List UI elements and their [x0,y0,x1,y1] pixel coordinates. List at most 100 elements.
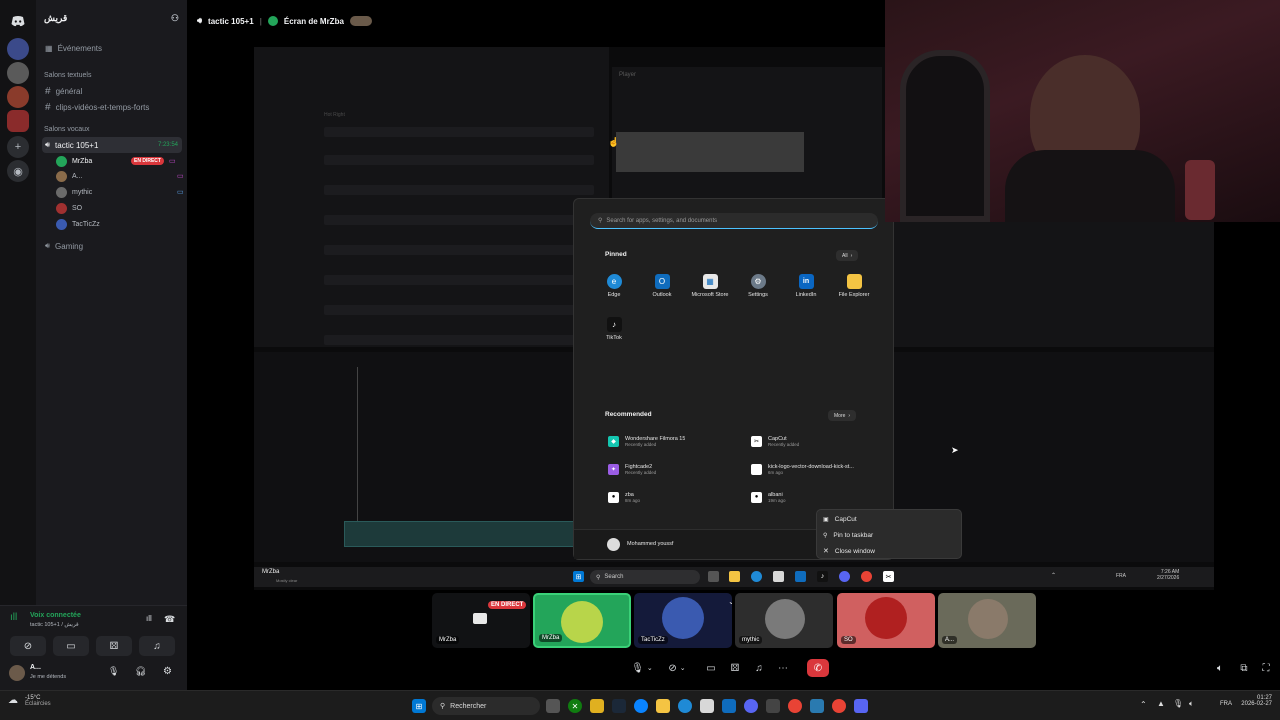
avatar[interactable] [9,665,25,681]
server-icon[interactable] [7,38,29,60]
participant-tile[interactable]: EN DIRECT MrZba [432,593,530,648]
folder-icon[interactable] [656,699,670,713]
pinned-app-edge[interactable]: e Edge [591,274,637,298]
task-view-icon[interactable] [546,699,560,713]
recommended-item[interactable]: ✂ CapCut Recently added [751,432,891,450]
game-icon[interactable] [854,699,868,713]
chrome-icon[interactable] [861,571,872,582]
activities-button[interactable]: ⚄ [96,636,132,656]
mic-icon[interactable]: 🎙︎ [108,666,119,677]
participant-tile[interactable]: SO [837,593,935,648]
capcut-icon[interactable]: ✂ [883,571,894,582]
ctx-close-window[interactable]: ✕ Close window [823,544,875,558]
voice-member[interactable]: SO [56,201,82,215]
pinned-app-tiktok[interactable]: ♪ TikTok [591,317,637,341]
participant-tile-speaking[interactable]: MrZba [533,593,631,648]
task-view-icon[interactable] [708,571,719,582]
user-avatar[interactable] [607,538,620,551]
server-icon[interactable] [7,86,29,108]
volume-icon[interactable]: 🔈︎ [1189,699,1194,709]
taskbar-search[interactable]: ⚲ Search [590,570,700,584]
tiktok-icon[interactable]: ♪ [817,571,828,582]
voice-channel-gaming[interactable]: 🔊︎ Gaming [42,238,182,254]
active-server-icon[interactable] [7,110,29,132]
discord-icon[interactable] [744,699,758,713]
windows-start-icon[interactable]: ⊞ [412,699,426,713]
share-screen-button[interactable]: ▭ [703,659,719,677]
lang-indicator[interactable]: FRA [1116,573,1126,579]
add-server-icon[interactable]: + [7,136,29,158]
server-header[interactable]: قريش ⚇ [36,8,187,28]
discord-icon[interactable] [839,571,850,582]
add-member-icon[interactable]: ⚇ [171,13,179,24]
folder-icon[interactable] [729,571,740,582]
recommended-item[interactable]: ● zba 8m ago [608,488,748,506]
recommended-item[interactable]: kick-logo-vector-download-kick-st... 6m a… [751,460,876,478]
edge-icon[interactable] [678,699,692,713]
participant-tile[interactable]: A... [938,593,1036,648]
tray-chevron-icon[interactable]: ⌃ [1051,572,1056,579]
channel-general[interactable]: # général [42,83,182,99]
app-icon[interactable] [810,699,824,713]
activities-button[interactable]: ⚄ [727,659,743,677]
tray-chevron-icon[interactable]: ⌃ [1140,700,1147,709]
pinned-app-store[interactable]: ▦ Microsoft Store [687,274,733,298]
os-clock[interactable]: 01:27 2026-02-27 [1238,695,1272,707]
app-icon[interactable] [766,699,780,713]
recommended-item[interactable]: ◆ Wondershare Filmora 15 Recently added [608,432,748,450]
soundboard-button[interactable]: ♫ [139,636,175,656]
taskbar-context-menu[interactable]: ▣ CapCut ⚲ Pin to taskbar ✕ Close window [816,509,962,559]
voice-member[interactable]: MrZba EN DIRECT ▭ [56,154,216,168]
chrome-icon[interactable] [832,699,846,713]
xbox-icon[interactable]: ✕ [568,699,582,713]
gear-icon[interactable]: ⚙ [163,666,172,677]
steam-icon[interactable] [612,699,626,713]
store-icon[interactable] [700,699,714,713]
lang-indicator[interactable]: FRA [1220,701,1232,707]
voice-member[interactable]: mythic ▭ [56,185,216,199]
mute-button[interactable]: 🎙︎ ⌄ [627,659,657,677]
pinned-app-file-explorer[interactable]: File Explorer [831,274,877,298]
share-screen-button[interactable]: ▭ [53,636,89,656]
camera-off-button[interactable]: ⊘ [10,636,46,656]
pinned-app-linkedin[interactable]: in LinkedIn [783,274,829,298]
user-name[interactable]: Mohammed youssf [627,541,673,547]
disconnect-icon[interactable]: ☎ [164,614,175,625]
copilot-icon[interactable] [634,699,648,713]
ctx-capcut[interactable]: ▣ CapCut [823,512,857,526]
chrome-icon[interactable] [788,699,802,713]
weather-widget[interactable]: -15°C Éclaircies [25,695,51,707]
fullscreen-icon[interactable]: ⛶ [1259,659,1273,677]
os-search-box[interactable]: ⚲ Rechercher [432,697,540,715]
recommended-item[interactable]: ● albani 19m ago [751,488,891,506]
leave-call-button[interactable]: ✆ [807,659,829,677]
voice-category[interactable]: Salons vocaux [44,126,90,133]
start-menu[interactable]: ⚲ Search for apps, settings, and documen… [573,198,895,560]
voice-member[interactable]: TacTicZz [56,217,100,231]
edge-icon[interactable] [751,571,762,582]
participant-tile[interactable]: ⌄ TacTicZz [634,593,732,648]
voice-member[interactable]: A... ▭ [56,169,216,183]
network-icon[interactable]: ▲ [1157,699,1165,708]
recommended-item[interactable]: ✦ Fightcade2 Recently added [608,460,748,478]
chevron-down-icon[interactable]: ⌄ [728,597,732,606]
soundboard-button[interactable]: ♫ [751,659,767,677]
headphones-icon[interactable]: 🎧︎ [135,666,146,677]
windows-start-icon[interactable]: ⊞ [573,571,584,582]
ctx-pin-to-taskbar[interactable]: ⚲ Pin to taskbar [823,528,873,542]
server-icon[interactable] [7,62,29,84]
text-category[interactable]: Salons textuels [44,72,91,79]
start-search-input[interactable]: ⚲ Search for apps, settings, and documen… [590,213,878,229]
discover-icon[interactable]: ◉ [7,160,29,182]
all-apps-button[interactable]: All › [836,250,859,261]
more-button[interactable]: More › [828,410,857,421]
clock[interactable]: 7:26 AM 2/27/2026 [1157,569,1179,581]
mail-icon[interactable] [722,699,736,713]
store-icon[interactable] [773,571,784,582]
popout-icon[interactable]: ⧉ [1237,659,1251,677]
mic-icon[interactable]: 🎙︎ [1173,699,1183,708]
voice-channel-active[interactable]: 🔊︎ tactic 105+1 7:23:54 [42,137,182,153]
volume-icon[interactable]: 🔈︎ [1213,659,1227,677]
participant-tile[interactable]: mythic [735,593,833,648]
camera-off-button[interactable]: ⊘ ⌄ [662,659,692,677]
